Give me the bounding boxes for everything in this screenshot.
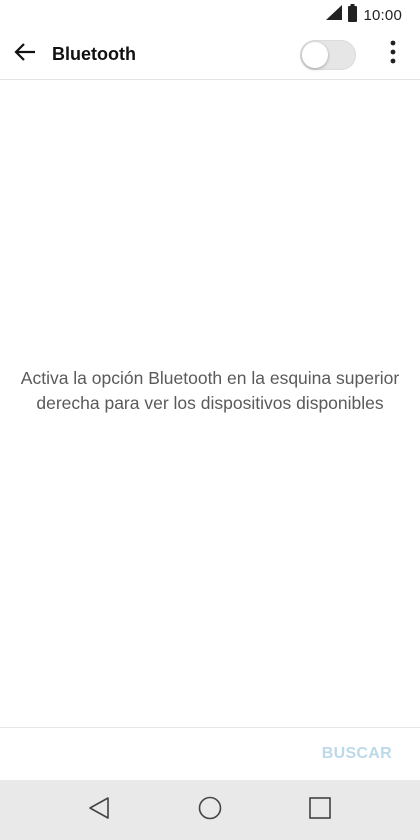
battery-icon bbox=[348, 3, 358, 27]
scan-button[interactable]: BUSCAR bbox=[322, 745, 392, 763]
status-time: 10:00 bbox=[363, 6, 402, 24]
status-bar: 10:00 bbox=[0, 0, 420, 30]
triangle-back-icon bbox=[88, 796, 110, 825]
nav-back-button[interactable] bbox=[79, 790, 119, 830]
empty-state-message: Activa la opción Bluetooth en la esquina… bbox=[20, 368, 400, 413]
circle-home-icon bbox=[197, 795, 223, 826]
overflow-menu-button[interactable] bbox=[378, 30, 408, 80]
square-recents-icon bbox=[308, 796, 332, 825]
app-bar: Bluetooth bbox=[0, 30, 420, 80]
nav-home-button[interactable] bbox=[190, 790, 230, 830]
navigation-bar bbox=[0, 780, 420, 840]
more-vert-icon bbox=[390, 40, 396, 69]
nav-recents-button[interactable] bbox=[300, 790, 340, 830]
back-button[interactable] bbox=[0, 30, 50, 80]
page-title: Bluetooth bbox=[52, 44, 136, 64]
arrow-left-icon bbox=[14, 42, 36, 67]
bluetooth-toggle[interactable] bbox=[300, 39, 356, 70]
toggle-knob bbox=[302, 41, 328, 68]
action-area: BUSCAR bbox=[0, 727, 420, 780]
signal-icon bbox=[326, 5, 343, 25]
